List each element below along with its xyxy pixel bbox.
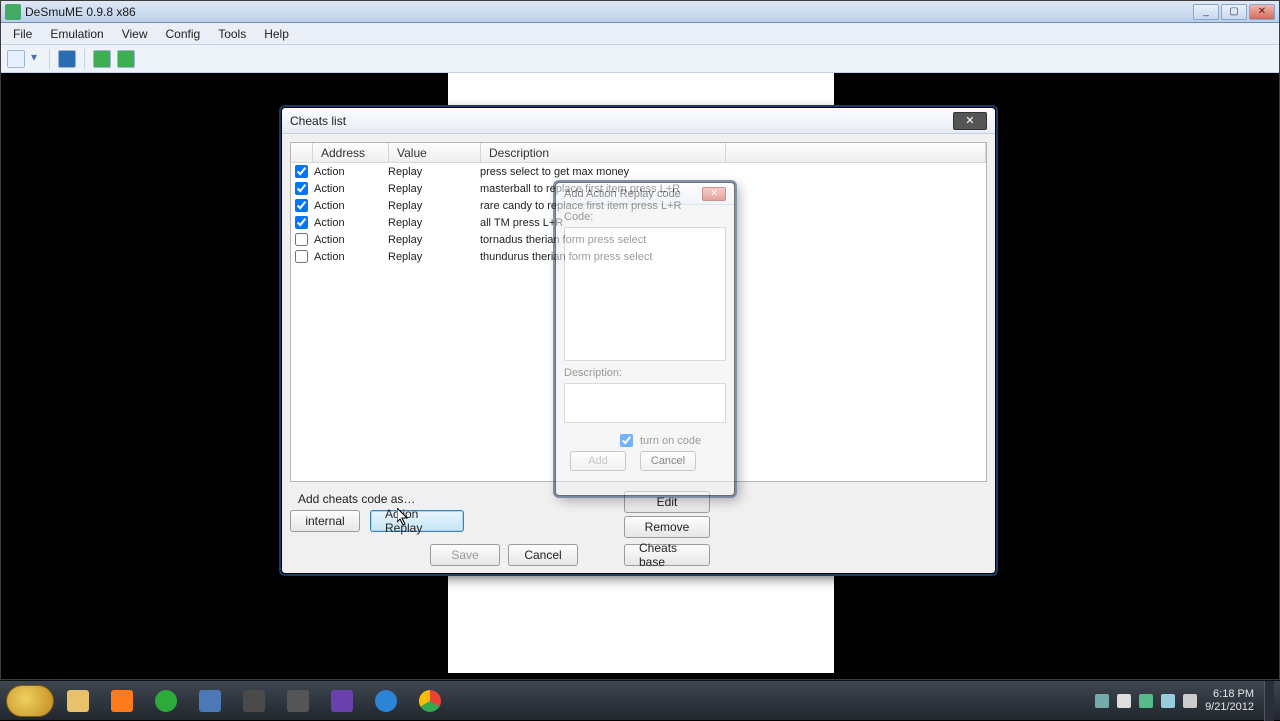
row-value: Replay (388, 217, 480, 229)
row-enabled-checkbox[interactable] (295, 199, 308, 212)
turn-on-checkbox[interactable] (620, 434, 633, 447)
clock[interactable]: 6:18 PM 9/21/2012 (1205, 688, 1254, 714)
add-code-label: Add cheats code as… (298, 492, 415, 506)
dialog-title-bar[interactable]: Add Action Replay code ✕ (556, 183, 734, 205)
row-enabled-checkbox[interactable] (295, 165, 308, 178)
dialog-title: Cheats list (290, 114, 953, 128)
row-address: Action (312, 166, 388, 178)
clock-date: 9/21/2012 (1205, 701, 1254, 714)
toolbar-separator (84, 49, 85, 69)
code-textarea[interactable] (564, 227, 726, 361)
tray-icon[interactable] (1161, 694, 1175, 708)
description-input[interactable] (564, 383, 726, 423)
system-tray[interactable]: 6:18 PM 9/21/2012 (1095, 688, 1260, 714)
row-address: Action (312, 234, 388, 246)
row-value: Replay (388, 234, 480, 246)
cancel-button[interactable]: Cancel (508, 544, 578, 566)
maximize-button[interactable]: ▢ (1221, 4, 1247, 20)
add-action-replay-dialog: Add Action Replay code ✕ Code: Descripti… (555, 182, 735, 496)
dialog-close-button[interactable]: ✕ (702, 187, 726, 201)
menu-bar: File Emulation View Config Tools Help (1, 23, 1279, 45)
start-button[interactable] (6, 685, 54, 717)
reset-icon[interactable] (93, 50, 111, 68)
turn-on-label: turn on code (640, 435, 701, 447)
internal-button[interactable]: internal (290, 510, 360, 532)
col-value[interactable]: Value (389, 143, 481, 162)
taskbar: 6:18 PM 9/21/2012 (0, 680, 1280, 720)
cheats-base-button[interactable]: Cheats base (624, 544, 710, 566)
task-chrome[interactable] (410, 685, 450, 717)
tray-volume-icon[interactable] (1183, 694, 1197, 708)
row-value: Replay (388, 251, 480, 263)
row-enabled-checkbox[interactable] (295, 216, 308, 229)
pause-icon[interactable] (58, 50, 76, 68)
title-bar[interactable]: DeSmuME 0.9.8 x86 _ ▢ ✕ (1, 1, 1279, 23)
menu-config[interactable]: Config (158, 25, 209, 43)
save-button[interactable]: Save (430, 544, 500, 566)
task-desmume[interactable] (278, 685, 318, 717)
row-value: Replay (388, 166, 480, 178)
toolbar: ▾ (1, 45, 1279, 73)
col-address[interactable]: Address (313, 143, 389, 162)
menu-emulation[interactable]: Emulation (42, 25, 111, 43)
row-address: Action (312, 200, 388, 212)
turn-on-code-checkbox[interactable]: turn on code (616, 431, 701, 450)
add-button[interactable]: Add (570, 451, 626, 471)
row-address: Action (312, 217, 388, 229)
task-vlc[interactable] (102, 685, 142, 717)
row-enabled-checkbox[interactable] (295, 182, 308, 195)
col-description[interactable]: Description (481, 143, 726, 162)
minimize-button[interactable]: _ (1193, 4, 1219, 20)
task-explorer[interactable] (58, 685, 98, 717)
show-desktop-button[interactable] (1264, 681, 1274, 721)
close-button[interactable]: ✕ (1249, 4, 1275, 20)
action-replay-button[interactable]: Action Replay (370, 510, 464, 532)
menu-file[interactable]: File (5, 25, 40, 43)
row-description: press select to get max money (480, 166, 986, 178)
row-enabled-checkbox[interactable] (295, 233, 308, 246)
row-value: Replay (388, 200, 480, 212)
toolbar-separator (49, 49, 50, 69)
table-row[interactable]: ActionReplaypress select to get max mone… (291, 163, 986, 180)
task-utorrent[interactable] (146, 685, 186, 717)
table-header: Address Value Description (291, 143, 986, 163)
toolbar-dropdown-icon[interactable]: ▾ (31, 50, 41, 68)
code-label: Code: (564, 211, 593, 223)
menu-tools[interactable]: Tools (210, 25, 254, 43)
cancel-button[interactable]: Cancel (640, 451, 696, 471)
remove-button[interactable]: Remove (624, 516, 710, 538)
col-spacer (726, 143, 986, 162)
row-address: Action (312, 251, 388, 263)
task-app-2[interactable] (234, 685, 274, 717)
dialog-close-button[interactable]: ✕ (953, 112, 987, 130)
task-app-1[interactable] (190, 685, 230, 717)
app-title: DeSmuME 0.9.8 x86 (25, 5, 1189, 19)
tray-icon[interactable] (1117, 694, 1131, 708)
clock-time: 6:18 PM (1205, 688, 1254, 701)
menu-help[interactable]: Help (256, 25, 297, 43)
description-label: Description: (564, 367, 622, 379)
task-itunes[interactable] (366, 685, 406, 717)
col-enabled[interactable] (291, 143, 313, 162)
row-enabled-checkbox[interactable] (295, 250, 308, 263)
row-value: Replay (388, 183, 480, 195)
tray-icon[interactable] (1095, 694, 1109, 708)
app-icon (5, 4, 21, 20)
task-app-3[interactable] (322, 685, 362, 717)
dialog-title-bar[interactable]: Cheats list ✕ (282, 108, 995, 134)
open-rom-icon[interactable] (7, 50, 25, 68)
dialog-title: Add Action Replay code (564, 188, 702, 200)
tray-icon[interactable] (1139, 694, 1153, 708)
menu-view[interactable]: View (114, 25, 156, 43)
row-address: Action (312, 183, 388, 195)
frame-advance-icon[interactable] (117, 50, 135, 68)
